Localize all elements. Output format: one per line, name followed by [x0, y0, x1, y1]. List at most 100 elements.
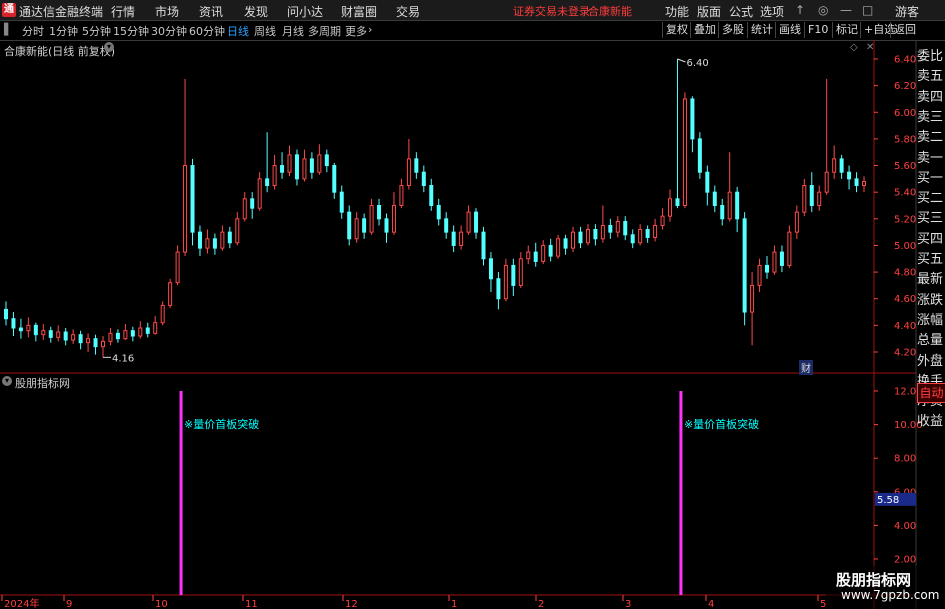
- period-tab-intraday[interactable]: 分时: [22, 23, 44, 39]
- candle[interactable]: [802, 178, 807, 217]
- candle[interactable]: [227, 226, 232, 249]
- candle[interactable]: [571, 226, 576, 253]
- sidebar-item-change-pct[interactable]: 涨幅: [917, 310, 945, 331]
- guest-label[interactable]: 游客: [895, 3, 919, 20]
- candle[interactable]: [660, 208, 665, 230]
- candle[interactable]: [854, 172, 859, 193]
- candle[interactable]: [212, 233, 217, 255]
- candle[interactable]: [459, 225, 464, 250]
- candle[interactable]: [309, 152, 314, 179]
- candle[interactable]: [377, 198, 382, 226]
- candle[interactable]: [391, 192, 396, 235]
- sidebar-item-buy4[interactable]: 买四: [917, 229, 945, 250]
- chevron-right-icon[interactable]: ›: [368, 23, 372, 36]
- period-tab-60min[interactable]: 60分钟: [189, 23, 225, 39]
- candle[interactable]: [265, 132, 270, 193]
- candle[interactable]: [4, 301, 8, 326]
- sidebar-item-buy1[interactable]: 买一: [917, 168, 945, 189]
- period-tab-daily[interactable]: 日线: [227, 23, 249, 39]
- candle[interactable]: [481, 226, 486, 266]
- sidebar-item-weibi[interactable]: 委比: [917, 46, 945, 67]
- period-tab-more[interactable]: 更多: [345, 23, 367, 39]
- menu-item-wealth[interactable]: 财富圈: [341, 3, 377, 20]
- candle[interactable]: [242, 192, 247, 222]
- candle[interactable]: [414, 152, 419, 179]
- candle[interactable]: [735, 186, 740, 233]
- candle[interactable]: [839, 154, 844, 179]
- candle[interactable]: [436, 198, 441, 226]
- candle[interactable]: [600, 205, 605, 243]
- multi-stock-button[interactable]: 多股: [718, 22, 747, 38]
- candle[interactable]: [406, 138, 411, 190]
- chart-area[interactable]: 6.40 4.16 ※量价首板突破 ※量价首板突破 6.40 6.20 6.00 5.80…: [0, 40, 945, 609]
- mark-button[interactable]: 标记: [832, 22, 861, 38]
- f10-button[interactable]: F10: [804, 22, 831, 38]
- candle[interactable]: [235, 212, 240, 246]
- candle[interactable]: [556, 234, 561, 259]
- candle[interactable]: [585, 224, 590, 246]
- candle[interactable]: [429, 178, 434, 211]
- menu-item-exchange[interactable]: 市场: [155, 3, 179, 20]
- candle[interactable]: [630, 229, 635, 249]
- candle[interactable]: [705, 165, 710, 206]
- candle[interactable]: [578, 226, 583, 249]
- sidebar-item-latest[interactable]: 最新: [917, 269, 945, 290]
- sidebar-item-earnings[interactable]: 收益: [917, 411, 945, 432]
- candle[interactable]: [294, 149, 299, 186]
- candle[interactable]: [832, 145, 837, 179]
- candle[interactable]: [302, 149, 307, 182]
- candle[interactable]: [197, 225, 202, 257]
- event-badge[interactable]: 财: [799, 360, 813, 375]
- stats-button[interactable]: 统计: [747, 22, 776, 38]
- candle[interactable]: [466, 205, 471, 235]
- candle[interactable]: [272, 154, 277, 190]
- candle[interactable]: [93, 334, 98, 355]
- candle[interactable]: [100, 336, 105, 358]
- candle[interactable]: [347, 205, 352, 246]
- candle[interactable]: [862, 176, 866, 193]
- candle[interactable]: [317, 144, 322, 175]
- candle[interactable]: [727, 152, 732, 222]
- candle[interactable]: [18, 318, 23, 339]
- chevron-down-icon[interactable]: ▾: [104, 42, 114, 52]
- candle[interactable]: [787, 225, 792, 269]
- candle[interactable]: [160, 301, 165, 326]
- menu-item-trade[interactable]: 交易: [396, 3, 420, 20]
- sidebar-item-sell2[interactable]: 卖二: [917, 127, 945, 148]
- auto-button[interactable]: 自动: [917, 383, 945, 403]
- menu-item-market[interactable]: 行情: [111, 3, 135, 20]
- period-tab-30min[interactable]: 30分钟: [151, 23, 187, 39]
- menu-item-ask[interactable]: 问小达: [287, 3, 323, 20]
- candle[interactable]: [765, 256, 770, 279]
- menu-item-discover[interactable]: 发现: [244, 3, 268, 20]
- candle[interactable]: [548, 238, 553, 262]
- candle[interactable]: [354, 212, 359, 243]
- candle[interactable]: [794, 205, 799, 239]
- candle[interactable]: [280, 152, 285, 179]
- candle[interactable]: [742, 212, 747, 326]
- candle[interactable]: [682, 92, 687, 209]
- candle[interactable]: [130, 326, 135, 342]
- draw-line-button[interactable]: 画线: [775, 22, 804, 38]
- candle[interactable]: [444, 212, 449, 239]
- sidebar-item-buy3[interactable]: 买三: [917, 208, 945, 229]
- candle[interactable]: [48, 326, 53, 343]
- candle[interactable]: [41, 324, 46, 341]
- candle[interactable]: [750, 272, 755, 346]
- candle[interactable]: [847, 165, 852, 190]
- candle[interactable]: [526, 245, 531, 265]
- period-tab-monthly[interactable]: 月线: [282, 23, 304, 39]
- candle[interactable]: [809, 172, 814, 213]
- candle[interactable]: [205, 229, 210, 254]
- indicator-chart[interactable]: ※量价首板突破 ※量价首板突破: [179, 391, 759, 595]
- candle[interactable]: [638, 224, 643, 246]
- candle[interactable]: [608, 218, 613, 239]
- back-button[interactable]: 返回: [890, 22, 919, 38]
- maximize-icon[interactable]: □: [862, 3, 873, 17]
- candle[interactable]: [690, 96, 695, 153]
- candle[interactable]: [593, 224, 598, 246]
- sidebar-item-sell5[interactable]: 卖五: [917, 66, 945, 87]
- candle[interactable]: [220, 225, 225, 251]
- candle[interactable]: [71, 329, 76, 345]
- close-panel-icon[interactable]: ✕: [866, 42, 874, 53]
